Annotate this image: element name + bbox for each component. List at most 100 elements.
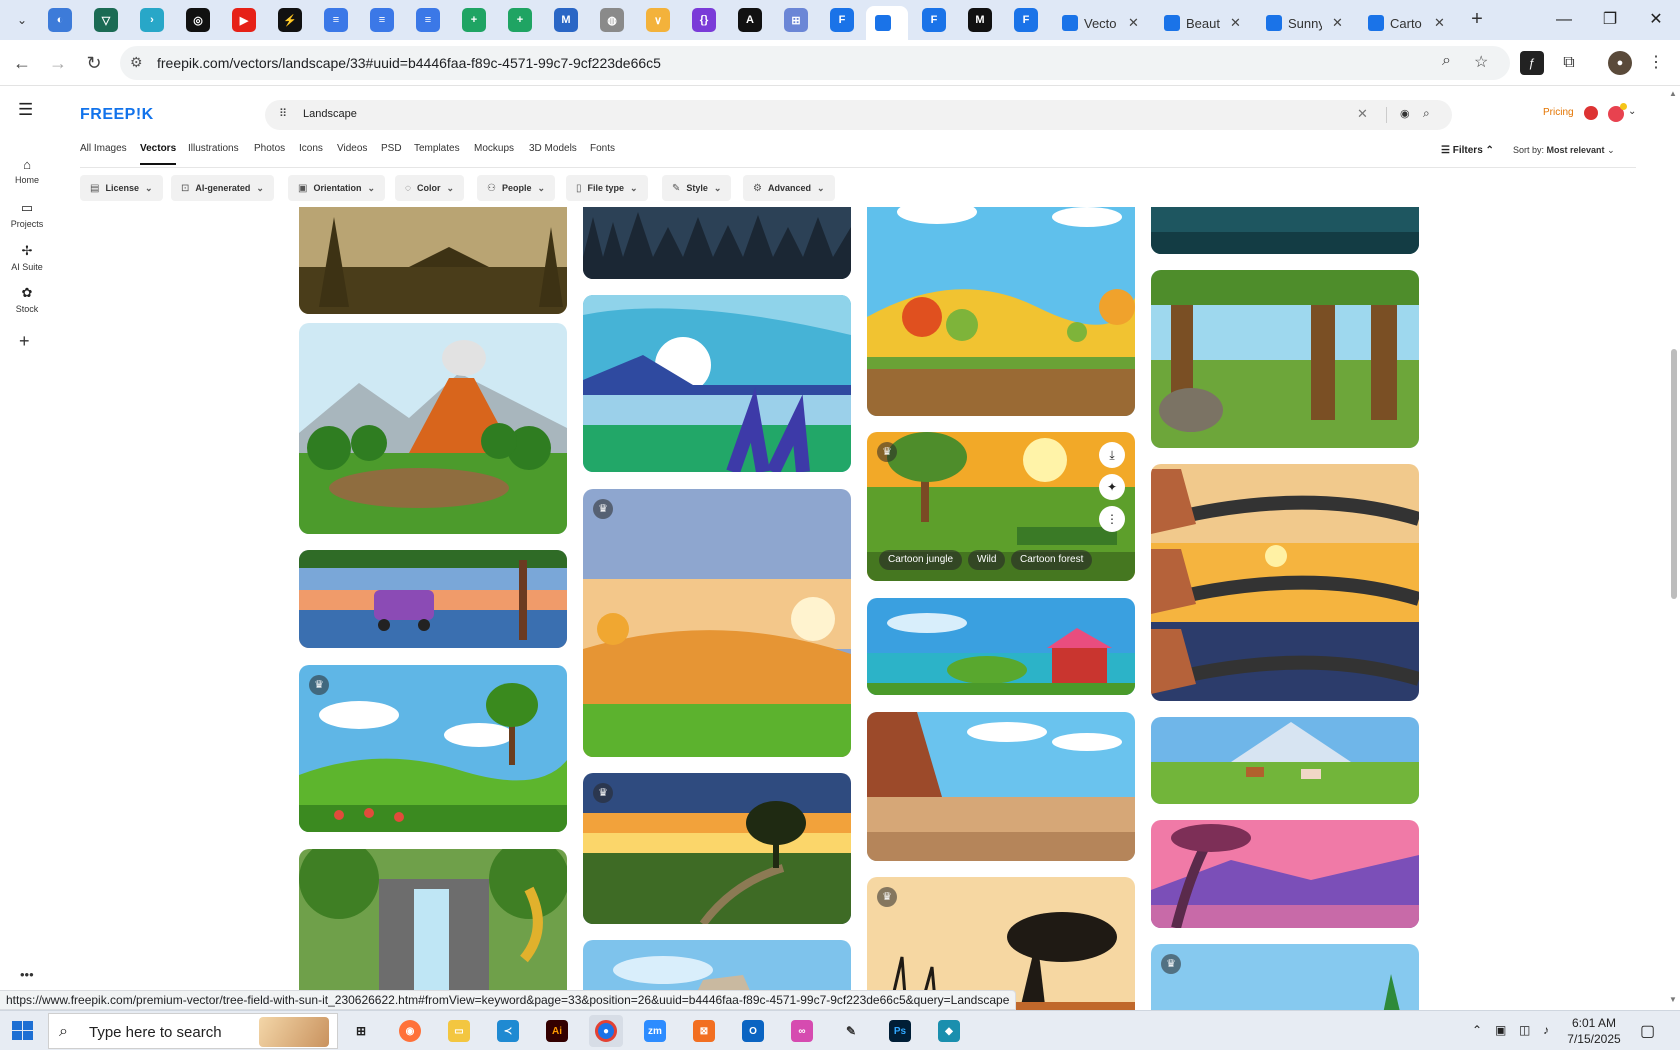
extension-icon[interactable]: ƒ — [1520, 51, 1544, 75]
image-card[interactable] — [867, 712, 1135, 861]
asset-type-grid-icon[interactable]: ⠿ — [279, 107, 287, 120]
url-text[interactable]: freepik.com/vectors/landscape/33#uuid=b4… — [157, 55, 661, 71]
taskbar-search-input[interactable]: ⌕ Type here to search — [48, 1013, 338, 1049]
scroll-down-arrow-icon[interactable]: ▼ — [1669, 995, 1677, 1004]
zoom-app-icon[interactable]: zm — [638, 1015, 672, 1047]
image-card[interactable] — [299, 323, 567, 534]
tab-psd[interactable]: PSD — [381, 143, 402, 154]
hamburger-menu-icon[interactable]: ☰ — [18, 100, 33, 120]
image-card[interactable] — [299, 550, 567, 648]
tab-icons[interactable]: Icons — [299, 143, 323, 154]
filter-license[interactable]: ▤ License ⌄ — [80, 175, 163, 201]
pinned-tab-icon[interactable]: ▽ — [94, 8, 118, 32]
site-settings-icon[interactable]: ⚙ — [130, 54, 143, 71]
search-input[interactable]: Landscape — [303, 108, 357, 120]
image-card[interactable] — [583, 295, 851, 472]
new-tab-button[interactable]: + — [1465, 8, 1489, 32]
freepik-tab-icon[interactable]: F — [830, 8, 854, 32]
firefox-icon[interactable]: ◉ — [393, 1015, 427, 1047]
tab-search-chevron-icon[interactable]: ⌄ — [10, 8, 34, 32]
network-icon[interactable]: ▣ — [1495, 1023, 1506, 1037]
image-card[interactable] — [1151, 464, 1419, 701]
image-card[interactable]: ♛ — [1151, 944, 1419, 1010]
image-card[interactable] — [299, 849, 567, 1010]
minimize-button[interactable]: — — [1542, 6, 1586, 34]
image-card[interactable] — [867, 598, 1135, 695]
close-icon[interactable]: ✕ — [1128, 15, 1139, 31]
sheets-tab-icon[interactable]: + — [462, 8, 486, 32]
reload-button[interactable]: ↻ — [82, 51, 106, 75]
freepik-logo[interactable]: FREEP!K — [80, 106, 154, 124]
image-card[interactable] — [867, 207, 1135, 416]
close-icon[interactable]: ✕ — [1332, 15, 1343, 31]
filter-ai-generated[interactable]: ⊡ AI-generated ⌄ — [171, 175, 274, 201]
docs-tab-icon[interactable]: ≡ — [370, 8, 394, 32]
image-card[interactable]: ♛ — [583, 773, 851, 924]
forward-button[interactable]: → — [46, 51, 70, 75]
pinned-tab-icon[interactable]: ⊞ — [784, 8, 808, 32]
pinned-tab-icon[interactable]: A — [738, 8, 762, 32]
ai-edit-icon[interactable]: ✦ — [1099, 474, 1125, 500]
tab-templates[interactable]: Templates — [414, 143, 460, 154]
filters-toggle-button[interactable]: ☰ Filters ⌃ — [1441, 145, 1494, 156]
tab-illustrations[interactable]: Illustrations — [188, 143, 239, 154]
sort-dropdown[interactable]: Sort by: Most relevant ⌄ — [1513, 145, 1615, 156]
zoom-icon[interactable]: ⌕ — [1442, 52, 1451, 70]
tab-vectors[interactable]: Vectors — [140, 143, 177, 165]
image-card[interactable] — [299, 207, 567, 314]
extensions-puzzle-icon[interactable]: ⧉ — [1557, 51, 1581, 75]
chevron-down-icon[interactable]: ⌄ — [1628, 106, 1636, 117]
wifi-icon[interactable]: ◫ — [1519, 1023, 1530, 1037]
avatar[interactable] — [1608, 103, 1627, 122]
image-card-hovered[interactable]: ♛ ⤓ ✦ ⋮ Cartoon jungle Wild Cartoon fore… — [867, 432, 1135, 581]
photoshop-icon[interactable]: Ps — [883, 1015, 917, 1047]
tab-fonts[interactable]: Fonts — [590, 143, 615, 154]
pinned-tab-icon[interactable]: ◎ — [186, 8, 210, 32]
app-icon[interactable]: ⊠ — [687, 1015, 721, 1047]
scroll-up-arrow-icon[interactable]: ▲ — [1669, 89, 1677, 98]
tab-photos[interactable]: Photos — [254, 143, 285, 154]
filter-style[interactable]: ✎ Style ⌄ — [662, 175, 732, 201]
more-vertical-icon[interactable]: ⋮ — [1099, 506, 1125, 532]
tag-pill[interactable]: Cartoon forest — [1011, 550, 1093, 570]
filter-advanced[interactable]: ⚙ Advanced ⌄ — [743, 175, 835, 201]
filter-people[interactable]: ⚇ People ⌄ — [477, 175, 556, 201]
search-bar[interactable]: ⠿ Landscape ✕ ◉ ⌕ — [265, 100, 1452, 130]
task-view-icon[interactable]: ⊞ — [344, 1015, 378, 1047]
clear-search-icon[interactable]: ✕ — [1357, 106, 1368, 122]
credits-icon[interactable] — [1584, 106, 1598, 120]
menu-kebab-icon[interactable]: ⋮ — [1644, 51, 1668, 75]
docs-tab-icon[interactable]: ≡ — [324, 8, 348, 32]
illustrator-icon[interactable]: Ai — [540, 1015, 574, 1047]
pen-tool-icon[interactable]: ✎ — [834, 1015, 868, 1047]
tab-vecto[interactable]: Vecto ✕ — [1054, 6, 1147, 40]
close-icon[interactable]: ✕ — [1230, 15, 1241, 31]
pinned-tab-icon[interactable]: M — [554, 8, 578, 32]
tab-all-images[interactable]: All Images — [80, 143, 127, 154]
close-icon[interactable]: ✕ — [1434, 15, 1445, 31]
download-icon[interactable]: ⤓ — [1099, 442, 1125, 468]
pinned-tab-icon[interactable]: ∨ — [646, 8, 670, 32]
tag-pill[interactable]: Wild — [968, 550, 1006, 570]
app-icon[interactable]: ◆ — [932, 1015, 966, 1047]
docs-tab-icon[interactable]: ≡ — [416, 8, 440, 32]
close-window-button[interactable]: ✕ — [1634, 6, 1678, 34]
vscode-icon[interactable]: ≺ — [491, 1015, 525, 1047]
pinned-tab-icon[interactable]: ⚡ — [278, 8, 302, 32]
chrome-icon[interactable]: ● — [589, 1015, 623, 1047]
notification-icon[interactable]: ▢ — [1640, 1021, 1655, 1041]
volume-icon[interactable]: ♪ — [1543, 1023, 1549, 1037]
profile-avatar[interactable]: ● — [1608, 51, 1632, 75]
tab-3d-models[interactable]: 3D Models — [529, 143, 577, 154]
image-card[interactable]: ♛ — [299, 665, 567, 832]
camera-search-icon[interactable]: ◉ — [1400, 107, 1410, 120]
filter-file-type[interactable]: ▯ File type ⌄ — [566, 175, 648, 201]
sidebar-item-home[interactable]: ⌂ Home — [0, 157, 54, 185]
creative-cloud-icon[interactable]: ∞ — [785, 1015, 819, 1047]
page-scrollbar[interactable]: ▲ ▼ — [1666, 87, 1680, 1010]
image-card[interactable] — [1151, 270, 1419, 448]
pricing-link[interactable]: Pricing — [1543, 107, 1574, 118]
freepik-tab-icon[interactable]: F — [1014, 8, 1038, 32]
bookmark-star-icon[interactable]: ☆ — [1474, 52, 1488, 72]
freepik-tab-icon[interactable]: F — [922, 8, 946, 32]
